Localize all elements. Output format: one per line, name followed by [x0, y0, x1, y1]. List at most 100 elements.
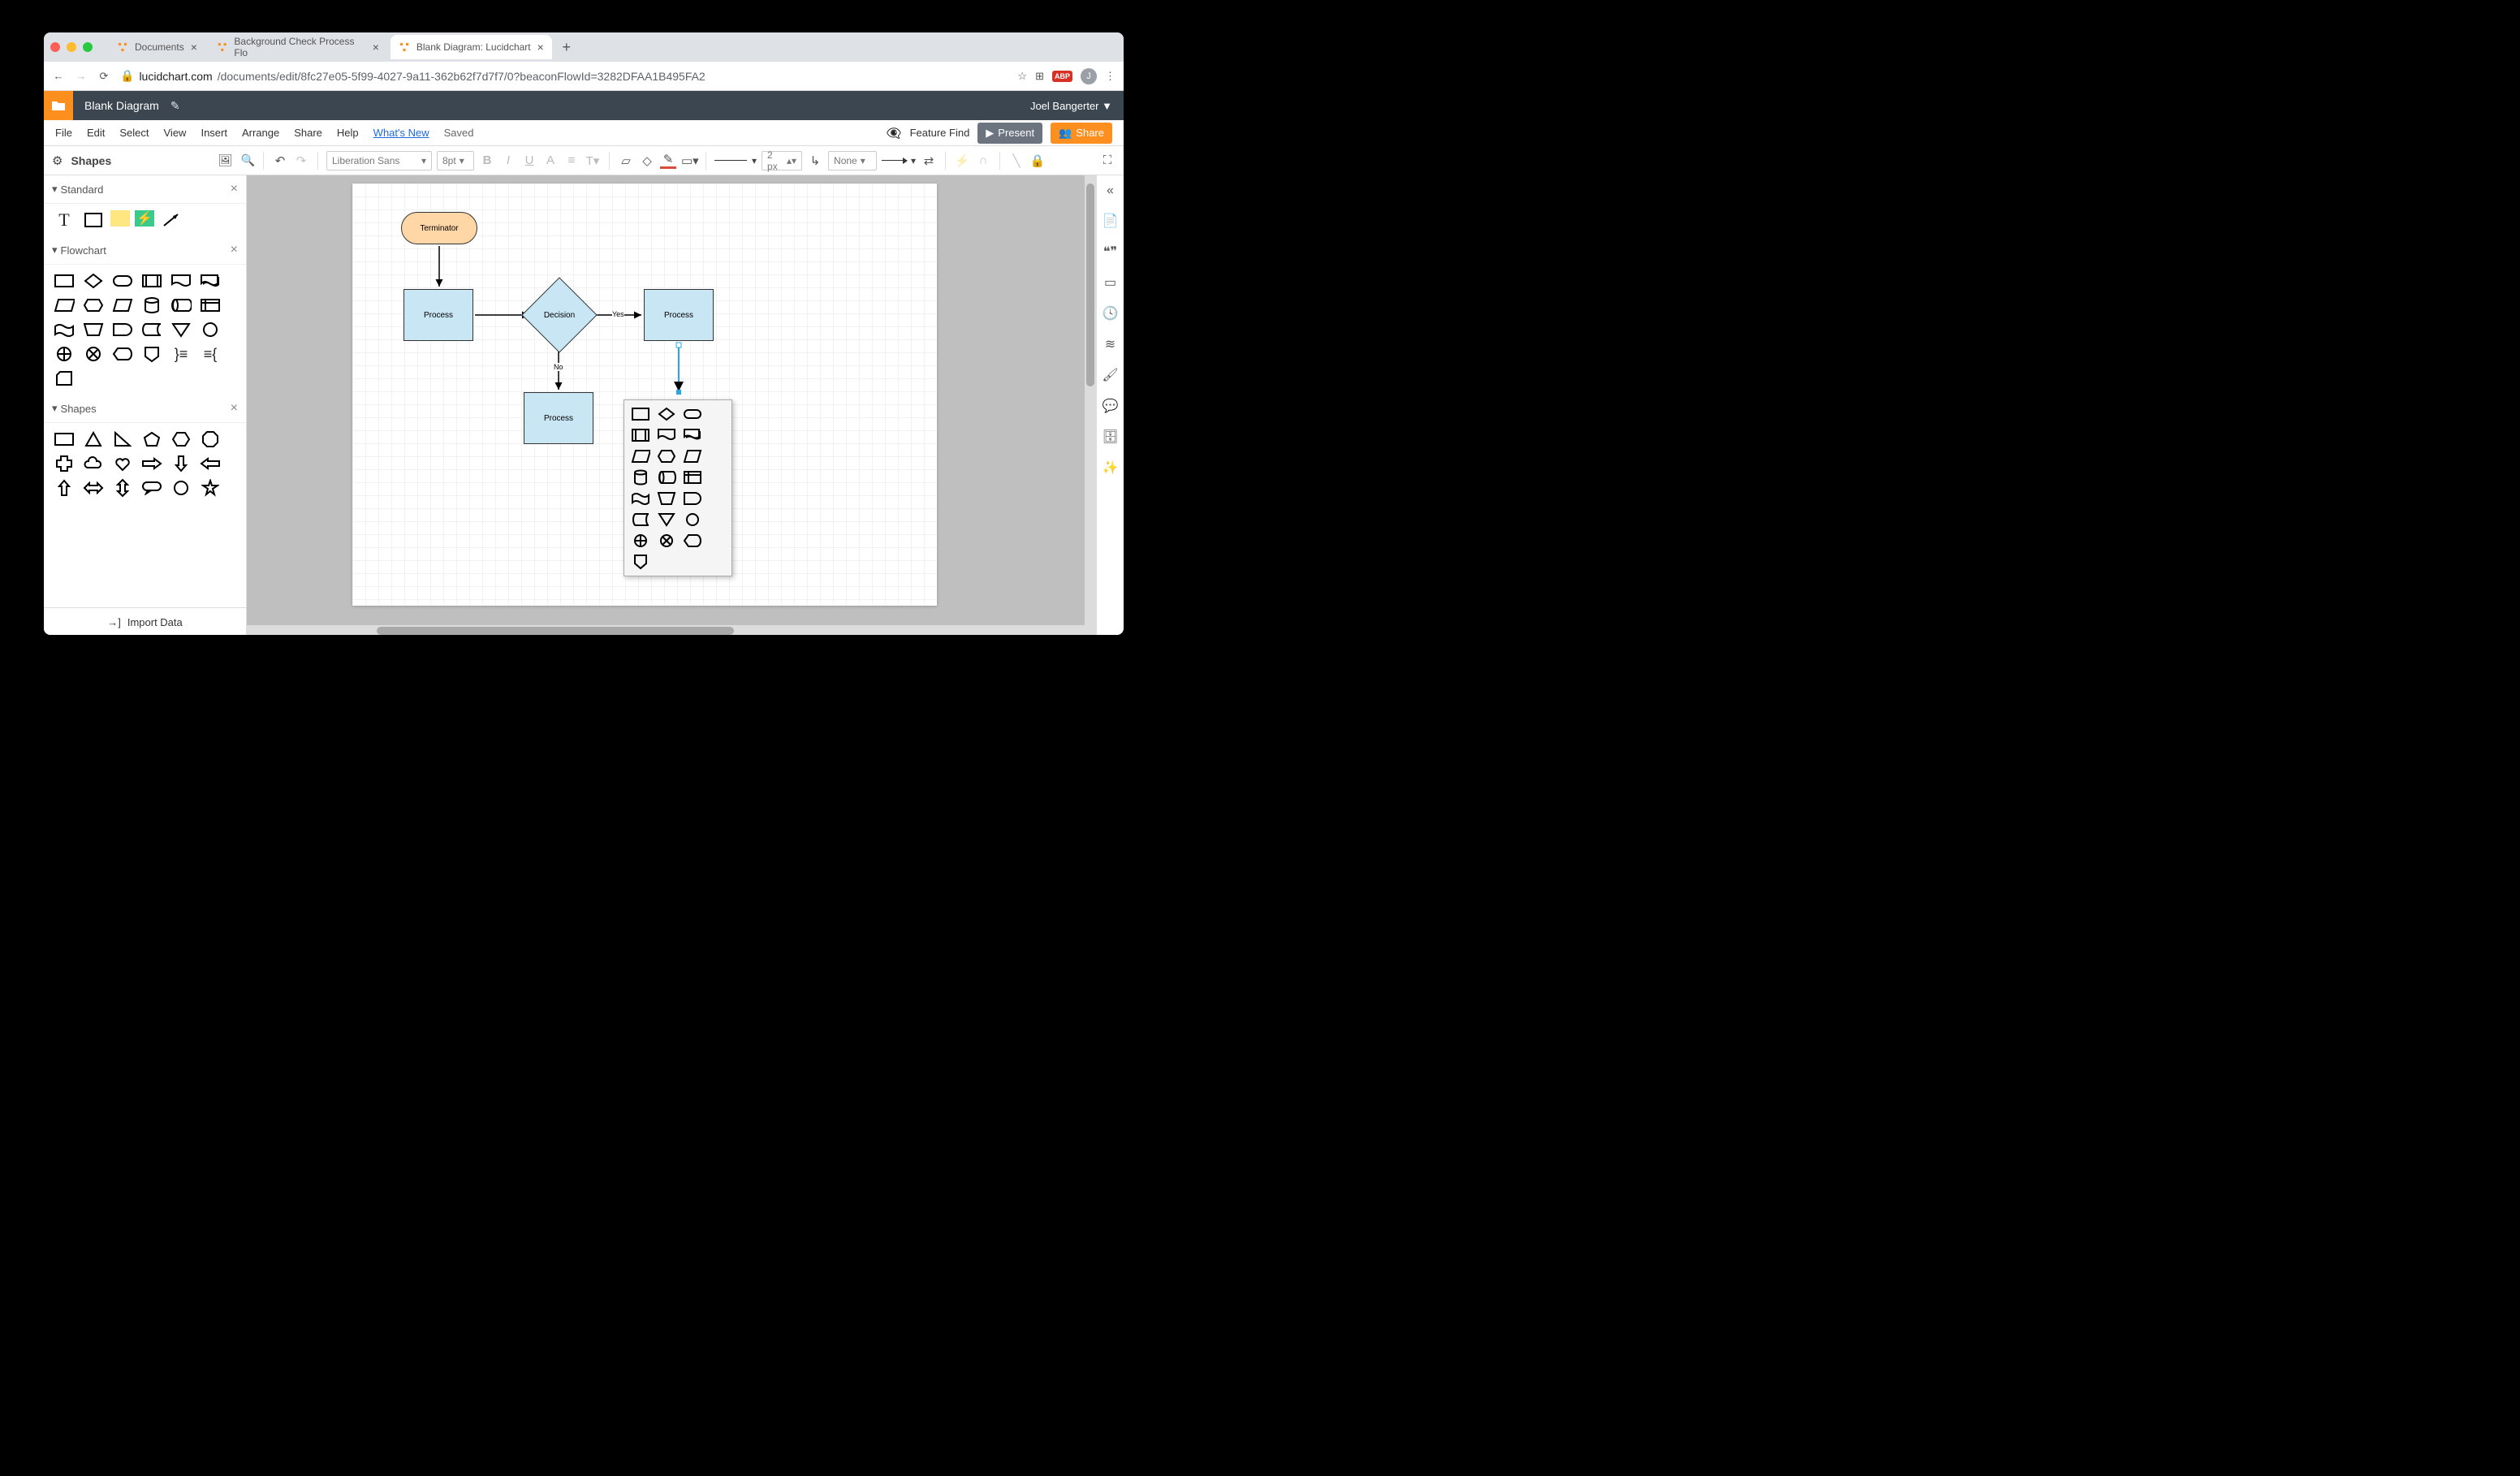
url-field[interactable]: 🔒 lucidchart.com/documents/edit/8fc27e05… [120, 69, 1008, 83]
sg-process[interactable] [629, 405, 652, 423]
flowchart-manualop[interactable] [81, 320, 106, 339]
sg-database[interactable] [629, 468, 652, 486]
line-start-dropdown[interactable]: None ▾ [828, 151, 877, 170]
italic-icon[interactable]: I [500, 153, 516, 167]
shape-cloud[interactable] [81, 454, 106, 473]
chat-icon[interactable]: 💬 [1102, 398, 1119, 414]
present-panel-icon[interactable]: ▭ [1104, 274, 1116, 291]
flowchart-display[interactable] [110, 344, 135, 364]
back-icon[interactable]: ← [52, 70, 65, 82]
arrow-shape[interactable] [159, 210, 183, 230]
reload-icon[interactable]: ⟳ [97, 70, 110, 83]
sg-document[interactable] [655, 426, 678, 444]
sg-manualop[interactable] [655, 490, 678, 507]
undo-icon[interactable]: ↶ [272, 153, 288, 168]
vertical-scrollbar[interactable] [1085, 175, 1096, 625]
flowchart-offpage[interactable] [140, 344, 164, 364]
fullscreen-icon[interactable]: ⛶ [1099, 153, 1115, 167]
horizontal-scrollbar[interactable] [247, 625, 1096, 635]
fontsize-dropdown[interactable]: 8pt ▾ [437, 151, 474, 170]
flowchart-connector[interactable] [198, 320, 222, 339]
shape-arrow-down[interactable] [169, 454, 193, 473]
close-tab-icon[interactable]: × [537, 41, 544, 54]
line-width-dropdown[interactable]: 2 px ▴▾ [762, 151, 802, 170]
shape-suggestion-popup[interactable] [624, 399, 732, 576]
sg-sum[interactable] [655, 532, 678, 550]
crop-icon[interactable]: ▱ [618, 153, 634, 168]
fill-icon[interactable]: ◇ [639, 153, 655, 168]
star-icon[interactable]: ☆ [1017, 70, 1027, 83]
sg-hexagon[interactable] [655, 447, 678, 465]
flowchart-decision[interactable] [81, 271, 106, 291]
sg-terminator[interactable] [681, 405, 704, 423]
shape-rect[interactable] [52, 429, 76, 449]
border-color-icon[interactable]: ✎ [660, 152, 676, 169]
terminator-node[interactable]: Terminator [401, 212, 477, 244]
shape-triangle[interactable] [81, 429, 106, 449]
present-button[interactable]: ▶ Present [977, 123, 1042, 144]
shape-callout[interactable] [140, 478, 164, 498]
decision-node[interactable]: Decision [521, 283, 598, 347]
menu-select[interactable]: Select [119, 127, 149, 139]
extension-icon[interactable]: ⊞ [1035, 70, 1044, 83]
flowchart-storeddata[interactable] [140, 320, 164, 339]
bold-icon[interactable]: B [479, 153, 495, 167]
align-icon[interactable]: ≡ [563, 153, 580, 167]
page-icon[interactable]: 📄 [1102, 213, 1119, 229]
minimize-window[interactable] [67, 42, 76, 52]
underline-icon[interactable]: U [521, 153, 537, 167]
share-button[interactable]: 👥 Share [1051, 123, 1112, 144]
line-end-preview[interactable] [882, 160, 906, 161]
canvas-page[interactable]: Terminator Process Decision Process Proc… [352, 183, 937, 606]
menu-insert[interactable]: Insert [201, 127, 227, 139]
shape-arrow-ud[interactable] [110, 478, 135, 498]
menu-file[interactable]: File [55, 127, 72, 139]
shape-arrow-lr[interactable] [81, 478, 106, 498]
close-icon[interactable]: × [231, 243, 238, 257]
line-style-preview[interactable] [714, 160, 747, 161]
lock-icon[interactable]: 🔒 [1029, 153, 1046, 168]
sg-merge[interactable] [655, 511, 678, 529]
history-icon[interactable]: 🕓 [1102, 305, 1119, 322]
shape-star[interactable] [198, 478, 222, 498]
sg-directdata[interactable] [655, 468, 678, 486]
canvas-area[interactable]: Terminator Process Decision Process Proc… [247, 175, 1096, 635]
shape-arrow-up[interactable] [52, 478, 76, 498]
flowchart-database[interactable] [140, 296, 164, 315]
flowchart-directdata[interactable] [169, 296, 193, 315]
flowchart-io[interactable] [110, 296, 135, 315]
flowchart-card[interactable] [52, 369, 76, 388]
sg-decision[interactable] [655, 405, 678, 423]
process-node-3[interactable]: Process [524, 392, 593, 444]
close-window[interactable] [50, 42, 60, 52]
shape-heart[interactable] [110, 454, 135, 473]
flowchart-papertape[interactable] [52, 320, 76, 339]
browser-tab-documents[interactable]: Documents × [109, 35, 205, 59]
flowchart-terminator[interactable] [110, 271, 135, 291]
standard-panel-header[interactable]: ▾ Standard× [44, 175, 246, 204]
home-button[interactable] [44, 91, 73, 120]
comment-icon[interactable]: ❝❞ [1103, 244, 1117, 260]
close-icon[interactable]: × [231, 401, 238, 416]
font-dropdown[interactable]: Liberation Sans▾ [326, 151, 432, 170]
abp-icon[interactable]: ABP [1052, 71, 1072, 82]
shape-arrow-left[interactable] [198, 454, 222, 473]
process-node-1[interactable]: Process [403, 289, 473, 341]
flowchart-panel-header[interactable]: ▾ Flowchart× [44, 236, 246, 265]
sg-internal[interactable] [681, 468, 704, 486]
close-tab-icon[interactable]: × [373, 41, 379, 54]
maximize-window[interactable] [83, 42, 93, 52]
sg-io[interactable] [681, 447, 704, 465]
shape-cross[interactable] [52, 454, 76, 473]
shape-hexagon[interactable] [169, 429, 193, 449]
shape-arrow-right[interactable] [140, 454, 164, 473]
sg-data[interactable] [629, 447, 652, 465]
collapse-rail-icon[interactable]: » [1107, 183, 1114, 198]
line-path-icon[interactable]: ↳ [807, 153, 823, 168]
swap-ends-icon[interactable]: ⇄ [921, 153, 937, 168]
note-shape[interactable] [110, 210, 130, 227]
flowchart-internal[interactable] [198, 296, 222, 315]
text-tool-icon[interactable]: T▾ [585, 153, 601, 168]
close-tab-icon[interactable]: × [191, 41, 197, 54]
browser-tab-blank-diagram[interactable]: Blank Diagram: Lucidchart × [391, 35, 552, 59]
